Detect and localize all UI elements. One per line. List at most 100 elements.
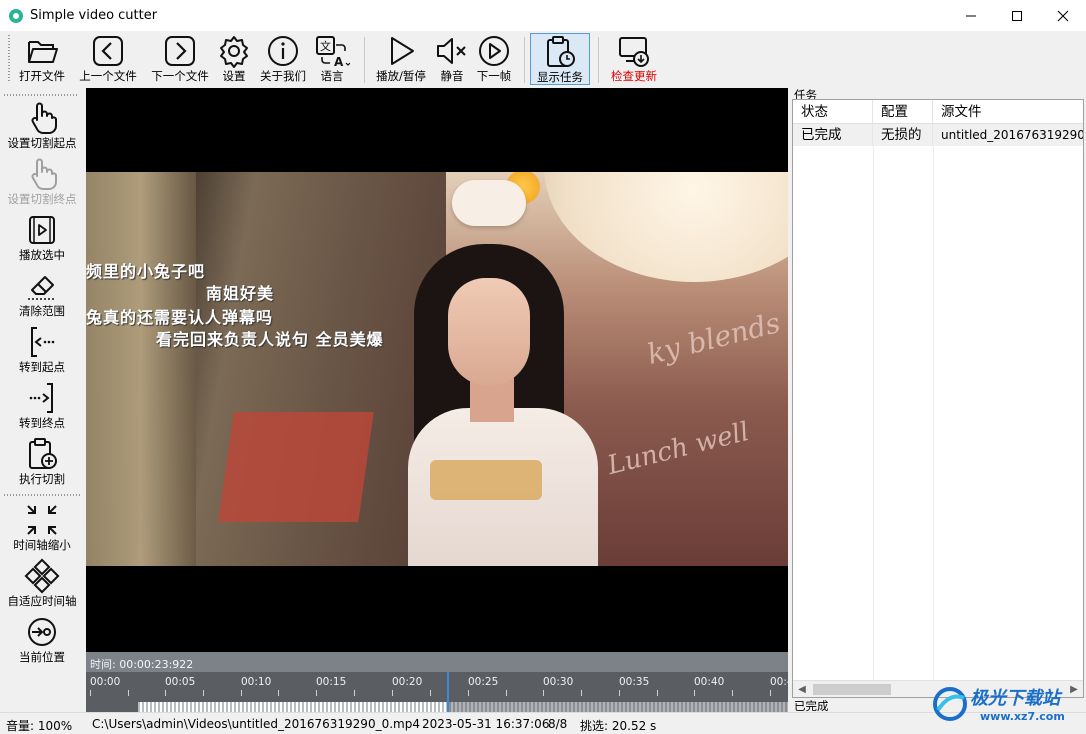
language-label: 语言 (320, 69, 344, 83)
clear-range-label: 清除范围 (19, 304, 65, 318)
set-start-label: 设置切割起点 (7, 136, 77, 150)
scroll-left-icon[interactable]: ◀ (795, 683, 809, 696)
minimize-button[interactable] (948, 0, 994, 31)
timeline-panel: 时间: 00:00:23:922 00:00 00:05 00:10 00:15… (86, 652, 788, 712)
play-selection-button[interactable]: 播放选中 (0, 212, 84, 268)
scrollbar-thumb[interactable] (813, 684, 891, 695)
close-icon (1057, 10, 1069, 21)
tick-label: 00:35 (619, 676, 650, 688)
fit-timeline-label: 自适应时间轴 (7, 594, 77, 608)
column-header-config[interactable]: 配置 (873, 100, 933, 124)
table-row[interactable]: 已完成 无损的 untitled_201676319290_0 (793, 124, 1083, 146)
goto-end-icon (29, 383, 53, 413)
target-position-icon (28, 618, 56, 646)
about-button[interactable]: 关于我们 (256, 33, 310, 85)
language-button[interactable]: 文 A 语言 (312, 33, 352, 85)
tick-label: 00:00 (90, 676, 121, 688)
left-toolbar: 设置切割起点 设置切割终点 播放选中 清除范围 转到起点 转到终点 执行切割 时… (0, 88, 84, 712)
mute-label: 静音 (440, 69, 464, 83)
show-tasks-label: 显示任务 (537, 70, 583, 84)
goto-end-button[interactable]: 转到终点 (0, 380, 84, 436)
show-tasks-button[interactable]: 显示任务 (530, 33, 590, 85)
task-source-cell: untitled_201676319290_0 (933, 124, 1083, 146)
column-header-source[interactable]: 源文件 (933, 100, 1083, 124)
play-selection-label: 播放选中 (19, 248, 65, 262)
count-status: 8/8 (548, 717, 568, 731)
main-toolbar: 打开文件 上一个文件 下一个文件 设置 关于我们 文 A 语言 播放/暂停 静音… (0, 31, 1086, 87)
goto-start-label: 转到起点 (19, 360, 65, 374)
timeline-ruler[interactable]: 00:00 00:05 00:10 00:15 00:20 00:25 00:3… (86, 672, 788, 712)
file-path-status: C:\Users\admin\Videos\untitled_201676319… (92, 717, 420, 731)
toolbar-separator (598, 37, 599, 83)
shrink-icon (27, 505, 57, 535)
maximize-button[interactable] (994, 0, 1040, 31)
danmu-text: 兔真的还需要认人弹幕吗 (86, 308, 274, 327)
window-title: Simple video cutter (30, 8, 158, 23)
watermark-name: 极光下载站 (970, 688, 1060, 709)
selected-segment[interactable] (138, 702, 447, 712)
tick-label: 00:20 (392, 676, 423, 688)
fit-timeline-button[interactable]: 自适应时间轴 (0, 558, 84, 614)
play-circle-icon (479, 36, 509, 66)
danmu-text: 频里的小兔子吧 (86, 262, 206, 281)
next-frame-label: 下一帧 (476, 69, 512, 83)
prev-file-label: 上一个文件 (79, 69, 137, 83)
chevron-left-icon (93, 36, 123, 66)
minimize-icon (966, 15, 976, 16)
prev-file-button[interactable]: 上一个文件 (76, 33, 140, 85)
toolbar-separator (524, 37, 525, 83)
status-bar: 音量: 100% C:\Users\admin\Videos\untitled_… (0, 712, 1086, 734)
goto-start-button[interactable]: 转到起点 (0, 324, 84, 380)
datetime-status: 2023-05-31 16:37:06 (422, 717, 550, 731)
tick-label: 00:40 (694, 676, 725, 688)
selection-status: 挑选: 20.52 s (580, 719, 657, 733)
tick-label: 00:25 (468, 676, 499, 688)
mute-button[interactable]: 静音 (434, 33, 470, 85)
video-player[interactable]: ky blends Lunch well 频里的小兔子吧 南姐好美 兔真的还需要… (86, 88, 788, 652)
next-file-button[interactable]: 下一个文件 (148, 33, 212, 85)
column-header-status[interactable]: 状态 (793, 100, 873, 124)
check-update-button[interactable]: 检查更新 (604, 33, 664, 85)
current-position-button[interactable]: 当前位置 (0, 614, 84, 670)
open-file-button[interactable]: 打开文件 (16, 33, 68, 85)
play-icon (391, 37, 414, 65)
mute-icon (437, 38, 466, 64)
app-window: Simple video cutter 打开文件 上一个文件 下一个文件 设置 … (0, 0, 1086, 734)
playhead[interactable] (447, 672, 449, 712)
set-end-button[interactable]: 设置切割终点 (0, 156, 84, 212)
goto-end-label: 转到终点 (19, 416, 65, 430)
toolbar-separator (364, 37, 365, 83)
fit-arrows-icon (24, 558, 60, 594)
play-pause-label: 播放/暂停 (376, 69, 426, 83)
execute-cut-button[interactable]: 执行切割 (0, 436, 84, 492)
close-button[interactable] (1040, 0, 1086, 31)
settings-button[interactable]: 设置 (216, 33, 252, 85)
task-status-cell: 已完成 (793, 124, 873, 146)
maximize-icon (1012, 10, 1022, 21)
hand-pointer-icon (31, 102, 57, 134)
tick-label: 00:05 (165, 676, 196, 688)
play-selection-icon (29, 216, 55, 244)
about-label: 关于我们 (260, 69, 306, 83)
danmu-text: 南姐好美 (206, 284, 275, 303)
timeline-zoom-out-button[interactable]: 时间轴缩小 (0, 502, 84, 558)
app-icon (9, 8, 23, 23)
set-start-button[interactable]: 设置切割起点 (0, 100, 84, 156)
eraser-icon (28, 276, 56, 300)
video-frame: ky blends Lunch well 频里的小兔子吧 南姐好美 兔真的还需要… (86, 172, 788, 566)
toolbar-grip[interactable] (4, 94, 78, 96)
watermark-url: www.xz7.com (980, 710, 1065, 723)
tick-label: 00:10 (241, 676, 272, 688)
task-config-cell: 无损的 (873, 124, 933, 146)
translate-icon: 文 A (316, 36, 350, 69)
svg-text:文: 文 (320, 39, 331, 53)
next-frame-button[interactable]: 下一帧 (474, 33, 514, 85)
clear-range-button[interactable]: 清除范围 (0, 268, 84, 324)
play-pause-button[interactable]: 播放/暂停 (372, 33, 430, 85)
tick-label: 00:15 (316, 676, 347, 688)
toolbar-grip[interactable] (8, 35, 10, 83)
set-end-label: 设置切割终点 (7, 192, 77, 206)
check-update-label: 检查更新 (611, 69, 657, 83)
tick-label: 00:30 (543, 676, 574, 688)
settings-label: 设置 (222, 69, 246, 83)
